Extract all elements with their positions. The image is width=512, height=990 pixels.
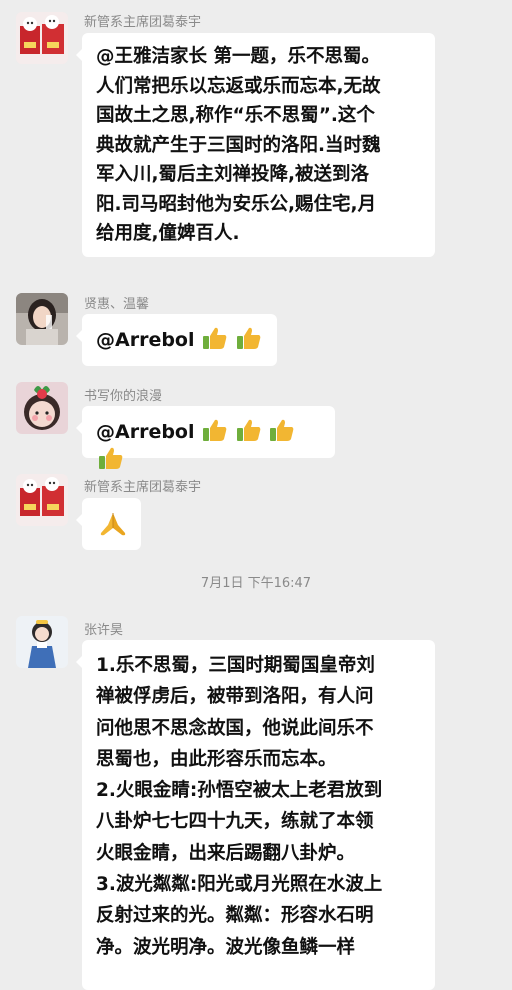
folded-hands-icon xyxy=(98,511,128,541)
time-divider: 7月1日 下午16:47 xyxy=(200,576,312,591)
message-text: @王雅洁家长 第一题，乐不思蜀。 人们常把乐以忘返或乐而忘本,无故 国故土之思,… xyxy=(96,46,381,244)
avatar[interactable] xyxy=(16,474,68,526)
avatar[interactable] xyxy=(16,382,68,434)
avatar[interactable] xyxy=(16,293,68,345)
avatar[interactable] xyxy=(16,12,68,64)
thumbs-up-icon xyxy=(202,326,228,354)
message-bubble[interactable]: @Arrebol xyxy=(76,314,277,366)
message-bubble[interactable] xyxy=(76,498,141,550)
message-bubble[interactable]: 1.乐不思蜀，三国时期蜀国皇帝刘 禅被俘虏后，被带到洛阳，有人问 问他思不思念故… xyxy=(76,640,435,990)
thumbs-up-icon xyxy=(236,326,262,354)
thumbs-up-icon xyxy=(202,418,228,446)
sender-name: 张许昊 xyxy=(84,623,124,638)
thumbs-up-icon xyxy=(269,418,295,446)
thumbs-up-icon xyxy=(236,418,262,446)
sender-name: 新管系主席团葛泰宇 xyxy=(84,15,202,30)
sender-name: 贤惠、温馨 xyxy=(84,297,150,312)
message-text: @Arrebol xyxy=(96,329,195,351)
avatar[interactable] xyxy=(16,616,68,668)
sender-name: 书写你的浪漫 xyxy=(84,389,163,404)
message-text: @Arrebol xyxy=(96,421,195,443)
message-bubble[interactable]: @Arrebol xyxy=(76,406,335,469)
message-bubble[interactable]: @王雅洁家长 第一题，乐不思蜀。 人们常把乐以忘返或乐而忘本,无故 国故土之思,… xyxy=(76,33,435,257)
thumbs-up-icon xyxy=(98,446,124,474)
message-text: 1.乐不思蜀，三国时期蜀国皇帝刘 禅被俘虏后，被带到洛阳，有人问 问他思不思念故… xyxy=(96,655,383,958)
sender-name: 新管系主席团葛泰宇 xyxy=(84,480,202,495)
